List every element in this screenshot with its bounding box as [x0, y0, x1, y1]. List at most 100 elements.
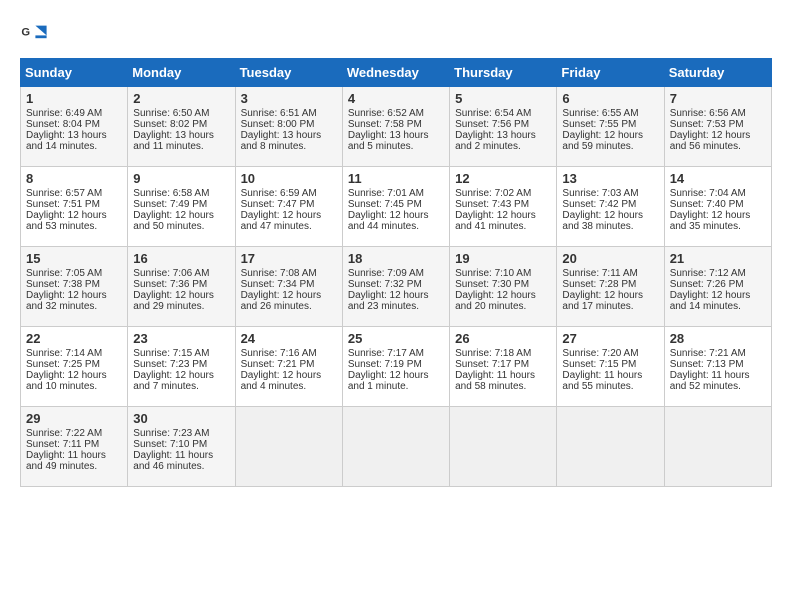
daylight-label: Daylight: 13 hours and 2 minutes. — [455, 130, 536, 152]
day-number: 30 — [133, 411, 229, 426]
week-row-2: 8 Sunrise: 6:57 AM Sunset: 7:51 PM Dayli… — [21, 167, 772, 247]
day-number: 13 — [562, 171, 658, 186]
day-number: 27 — [562, 331, 658, 346]
weekday-header-friday: Friday — [557, 59, 664, 87]
sunset-label: Sunset: 7:56 PM — [455, 119, 529, 130]
logo: G — [20, 20, 52, 48]
day-number: 21 — [670, 251, 766, 266]
sunrise-label: Sunrise: 6:49 AM — [26, 108, 102, 119]
daylight-label: Daylight: 13 hours and 5 minutes. — [348, 130, 429, 152]
sunrise-label: Sunrise: 6:52 AM — [348, 108, 424, 119]
calendar-cell: 24 Sunrise: 7:16 AM Sunset: 7:21 PM Dayl… — [235, 327, 342, 407]
daylight-label: Daylight: 12 hours and 26 minutes. — [241, 290, 322, 312]
day-number: 29 — [26, 411, 122, 426]
sunset-label: Sunset: 7:19 PM — [348, 359, 422, 370]
calendar-cell: 25 Sunrise: 7:17 AM Sunset: 7:19 PM Dayl… — [342, 327, 449, 407]
calendar-cell: 13 Sunrise: 7:03 AM Sunset: 7:42 PM Dayl… — [557, 167, 664, 247]
calendar-cell: 7 Sunrise: 6:56 AM Sunset: 7:53 PM Dayli… — [664, 87, 771, 167]
weekday-header-monday: Monday — [128, 59, 235, 87]
day-number: 16 — [133, 251, 229, 266]
sunrise-label: Sunrise: 6:56 AM — [670, 108, 746, 119]
sunrise-label: Sunrise: 7:14 AM — [26, 348, 102, 359]
sunset-label: Sunset: 7:28 PM — [562, 279, 636, 290]
daylight-label: Daylight: 13 hours and 11 minutes. — [133, 130, 214, 152]
sunset-label: Sunset: 7:17 PM — [455, 359, 529, 370]
day-number: 20 — [562, 251, 658, 266]
calendar-cell: 11 Sunrise: 7:01 AM Sunset: 7:45 PM Dayl… — [342, 167, 449, 247]
sunset-label: Sunset: 7:55 PM — [562, 119, 636, 130]
calendar-cell: 15 Sunrise: 7:05 AM Sunset: 7:38 PM Dayl… — [21, 247, 128, 327]
daylight-label: Daylight: 12 hours and 4 minutes. — [241, 370, 322, 392]
daylight-label: Daylight: 12 hours and 29 minutes. — [133, 290, 214, 312]
sunset-label: Sunset: 7:47 PM — [241, 199, 315, 210]
calendar-cell: 28 Sunrise: 7:21 AM Sunset: 7:13 PM Dayl… — [664, 327, 771, 407]
sunrise-label: Sunrise: 7:03 AM — [562, 188, 638, 199]
sunrise-label: Sunrise: 7:22 AM — [26, 428, 102, 439]
sunset-label: Sunset: 7:10 PM — [133, 439, 207, 450]
sunset-label: Sunset: 7:49 PM — [133, 199, 207, 210]
sunrise-label: Sunrise: 6:50 AM — [133, 108, 209, 119]
day-number: 2 — [133, 91, 229, 106]
calendar-cell: 6 Sunrise: 6:55 AM Sunset: 7:55 PM Dayli… — [557, 87, 664, 167]
calendar-cell: 9 Sunrise: 6:58 AM Sunset: 7:49 PM Dayli… — [128, 167, 235, 247]
sunrise-label: Sunrise: 7:18 AM — [455, 348, 531, 359]
calendar-cell: 21 Sunrise: 7:12 AM Sunset: 7:26 PM Dayl… — [664, 247, 771, 327]
calendar-cell: 29 Sunrise: 7:22 AM Sunset: 7:11 PM Dayl… — [21, 407, 128, 487]
day-number: 22 — [26, 331, 122, 346]
sunrise-label: Sunrise: 7:10 AM — [455, 268, 531, 279]
day-number: 17 — [241, 251, 337, 266]
sunset-label: Sunset: 7:38 PM — [26, 279, 100, 290]
sunset-label: Sunset: 7:51 PM — [26, 199, 100, 210]
calendar-cell: 18 Sunrise: 7:09 AM Sunset: 7:32 PM Dayl… — [342, 247, 449, 327]
sunrise-label: Sunrise: 7:09 AM — [348, 268, 424, 279]
calendar-cell: 1 Sunrise: 6:49 AM Sunset: 8:04 PM Dayli… — [21, 87, 128, 167]
day-number: 5 — [455, 91, 551, 106]
daylight-label: Daylight: 13 hours and 8 minutes. — [241, 130, 322, 152]
calendar-cell: 22 Sunrise: 7:14 AM Sunset: 7:25 PM Dayl… — [21, 327, 128, 407]
day-number: 28 — [670, 331, 766, 346]
sunset-label: Sunset: 7:13 PM — [670, 359, 744, 370]
calendar-cell: 3 Sunrise: 6:51 AM Sunset: 8:00 PM Dayli… — [235, 87, 342, 167]
day-number: 6 — [562, 91, 658, 106]
sunrise-label: Sunrise: 7:20 AM — [562, 348, 638, 359]
sunrise-label: Sunrise: 7:16 AM — [241, 348, 317, 359]
daylight-label: Daylight: 12 hours and 32 minutes. — [26, 290, 107, 312]
day-number: 10 — [241, 171, 337, 186]
sunset-label: Sunset: 7:32 PM — [348, 279, 422, 290]
sunset-label: Sunset: 7:58 PM — [348, 119, 422, 130]
calendar-cell: 19 Sunrise: 7:10 AM Sunset: 7:30 PM Dayl… — [450, 247, 557, 327]
day-number: 26 — [455, 331, 551, 346]
sunrise-label: Sunrise: 7:02 AM — [455, 188, 531, 199]
sunrise-label: Sunrise: 7:15 AM — [133, 348, 209, 359]
sunrise-label: Sunrise: 7:17 AM — [348, 348, 424, 359]
calendar-cell: 26 Sunrise: 7:18 AM Sunset: 7:17 PM Dayl… — [450, 327, 557, 407]
calendar-cell: 8 Sunrise: 6:57 AM Sunset: 7:51 PM Dayli… — [21, 167, 128, 247]
daylight-label: Daylight: 11 hours and 55 minutes. — [562, 370, 642, 392]
calendar-cell — [235, 407, 342, 487]
calendar-cell: 5 Sunrise: 6:54 AM Sunset: 7:56 PM Dayli… — [450, 87, 557, 167]
sunset-label: Sunset: 8:00 PM — [241, 119, 315, 130]
daylight-label: Daylight: 12 hours and 56 minutes. — [670, 130, 751, 152]
calendar-cell: 27 Sunrise: 7:20 AM Sunset: 7:15 PM Dayl… — [557, 327, 664, 407]
daylight-label: Daylight: 11 hours and 52 minutes. — [670, 370, 750, 392]
day-number: 18 — [348, 251, 444, 266]
calendar-cell — [450, 407, 557, 487]
calendar-cell — [557, 407, 664, 487]
weekday-header-sunday: Sunday — [21, 59, 128, 87]
sunrise-label: Sunrise: 6:55 AM — [562, 108, 638, 119]
sunset-label: Sunset: 7:26 PM — [670, 279, 744, 290]
weekday-header-wednesday: Wednesday — [342, 59, 449, 87]
sunset-label: Sunset: 7:23 PM — [133, 359, 207, 370]
daylight-label: Daylight: 12 hours and 20 minutes. — [455, 290, 536, 312]
sunrise-label: Sunrise: 6:58 AM — [133, 188, 209, 199]
calendar-cell: 10 Sunrise: 6:59 AM Sunset: 7:47 PM Dayl… — [235, 167, 342, 247]
sunset-label: Sunset: 8:02 PM — [133, 119, 207, 130]
sunrise-label: Sunrise: 6:51 AM — [241, 108, 317, 119]
calendar-cell — [342, 407, 449, 487]
sunrise-label: Sunrise: 7:12 AM — [670, 268, 746, 279]
daylight-label: Daylight: 12 hours and 47 minutes. — [241, 210, 322, 232]
weekday-header-tuesday: Tuesday — [235, 59, 342, 87]
sunrise-label: Sunrise: 7:06 AM — [133, 268, 209, 279]
sunset-label: Sunset: 7:43 PM — [455, 199, 529, 210]
svg-text:G: G — [21, 26, 30, 38]
